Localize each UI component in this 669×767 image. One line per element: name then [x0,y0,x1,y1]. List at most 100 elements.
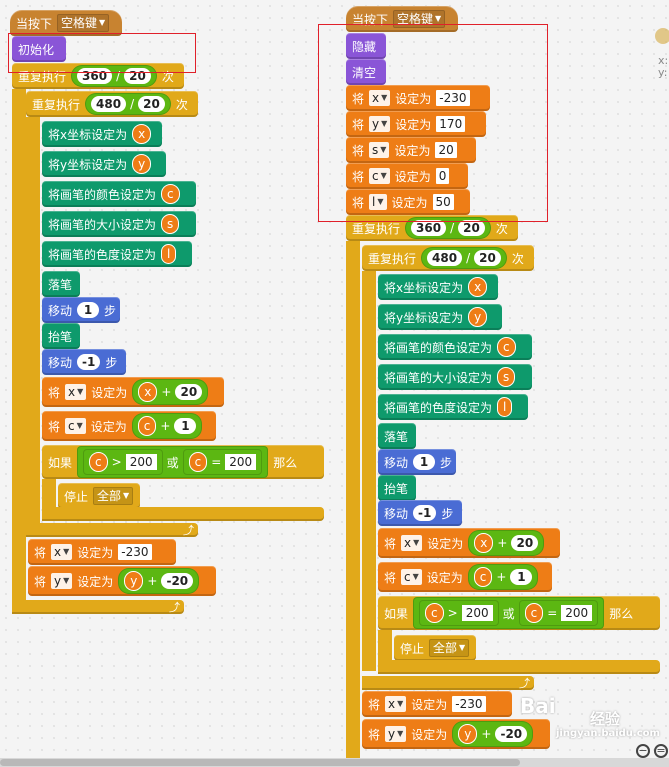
move-block[interactable]: 移动 1 步 [42,297,120,323]
when-key-pressed-hat[interactable]: 当按下 空格键 ▼ [346,6,458,32]
var-dropdown[interactable]: y ▼ [369,116,391,132]
when-key-pressed-hat[interactable]: 当按下 空格键 ▼ [10,10,122,36]
eq-reporter[interactable]: c = 200 [182,449,263,475]
or-reporter[interactable]: c >200 或 c = 200 [77,446,269,478]
var-dropdown[interactable]: y ▼ [385,726,407,742]
var-dropdown[interactable]: l ▼ [369,194,387,210]
zoom-reset-icon[interactable]: = [654,744,668,758]
repeat-inner-block[interactable]: 重复执行 480 / 20 次 [26,91,198,117]
set-x-block[interactable]: 将x坐标设定为 x [42,121,162,147]
repeat-outer-block[interactable]: 重复执行 360 / 20 次 [12,63,184,89]
if-block[interactable]: 如果 c >200 或 c = 200 那么 [378,596,660,630]
divide-reporter[interactable]: 360 / 20 [71,65,157,87]
move-block[interactable]: 移动 -1 步 [378,500,462,526]
pen-up-block[interactable]: 抬笔 [378,475,416,501]
watermark-logo: Bai [520,694,556,718]
move-block[interactable]: 移动 1 步 [378,449,456,475]
clear-block[interactable]: 清空 [346,59,386,85]
divide-reporter[interactable]: 480 / 20 [85,93,171,115]
hat-label: 当按下 [16,16,53,31]
sprite-thumbnail-icon [655,28,669,44]
repeat-label: 重复执行 [18,69,67,84]
divide-reporter[interactable]: 480/20 [421,247,507,269]
set-pen-shade-block[interactable]: 将画笔的色度设定为 l [378,394,528,420]
init-label: 初始化 [18,42,55,57]
set-pen-shade-block[interactable]: 将画笔的色度设定为 l [42,241,192,267]
set-x-block[interactable]: 将x坐标设定为 x [378,274,498,300]
var-dropdown[interactable]: x ▼ [65,384,87,400]
var-dropdown[interactable]: y ▼ [51,573,73,589]
repeat-inner-foot: ⤴ [26,523,198,537]
stop-block[interactable]: 停止 全部 ▼ [58,483,140,509]
plus-reporter[interactable]: y + -20 [118,568,200,594]
eq-reporter[interactable]: c = 200 [518,600,599,626]
set-var-y-block[interactable]: 将 y ▼ 设定为 y + -20 [362,719,550,749]
pen-down-block[interactable]: 落笔 [42,271,80,297]
if-foot [378,660,660,674]
var-dropdown[interactable]: x ▼ [51,544,73,560]
key-dropdown[interactable]: 空格键 ▼ [393,10,446,28]
loop-arrow-icon: ⤴ [169,601,180,614]
key-dropdown[interactable]: 空格键 ▼ [57,14,110,32]
repeat-inner-arm [26,117,40,537]
set-var-x-block[interactable]: 将 x ▼ 设定为 -230 [346,85,490,111]
set-pen-size-block[interactable]: 将画笔的大小设定为 s [378,364,532,390]
sprite-y-label: y: [658,66,668,79]
watermark-url: jingyan.baidu.com [556,728,660,739]
set-var-x-block[interactable]: 将 x ▼ 设定为 -230 [28,539,176,565]
var-dropdown[interactable]: c ▼ [401,569,422,585]
set-var-y-block[interactable]: 将 y ▼ 设定为 y + -20 [28,566,216,596]
stop-block[interactable]: 停止 全部 ▼ [394,635,476,661]
move-block[interactable]: 移动 -1 步 [42,349,126,375]
set-var-y-block[interactable]: 将 y ▼ 设定为 170 [346,111,486,137]
var-dropdown[interactable]: s ▼ [369,142,390,158]
init-block[interactable]: 初始化 [12,36,66,62]
plus-reporter[interactable]: x +20 [132,379,209,405]
var-dropdown[interactable]: x ▼ [401,535,423,551]
stop-dropdown[interactable]: 全部 ▼ [93,487,134,505]
zoom-out-icon[interactable]: − [636,744,650,758]
var-dropdown[interactable]: x ▼ [385,696,407,712]
repeat-inner-arm [362,271,376,671]
var-dropdown[interactable]: c ▼ [65,418,86,434]
set-pen-size-block[interactable]: 将画笔的大小设定为 s [42,211,196,237]
pen-down-block[interactable]: 落笔 [378,423,416,449]
var-dropdown[interactable]: x ▼ [369,90,391,106]
or-reporter[interactable]: c >200 或 c = 200 [413,597,605,629]
hide-block[interactable]: 隐藏 [346,33,386,59]
set-var-x-block[interactable]: 将 x ▼ 设定为 x +20 [42,377,224,407]
set-var-c-block[interactable]: 将 c ▼ 设定为 c +1 [378,562,552,592]
set-var-l-block[interactable]: 将 l ▼ 设定为 50 [346,189,470,215]
plus-reporter[interactable]: y + -20 [452,721,534,747]
set-var-c-block[interactable]: 将 c ▼ 设定为 0 [346,163,468,189]
stop-dropdown[interactable]: 全部 ▼ [429,639,470,657]
plus-reporter[interactable]: c +1 [131,413,203,439]
plus-reporter[interactable]: c +1 [467,564,539,590]
set-y-block[interactable]: 将y坐标设定为 y [42,151,166,177]
scrollbar-thumb[interactable] [0,759,520,766]
set-var-s-block[interactable]: 将 s ▼ 设定为 20 [346,137,476,163]
repeat-inner-block[interactable]: 重复执行 480/20 次 [362,245,534,271]
set-var-c-block[interactable]: 将 c ▼ 设定为 c +1 [42,411,216,441]
horizontal-scrollbar[interactable] [0,758,669,767]
gt-reporter[interactable]: c >200 [419,600,499,626]
watermark-text: 经验 [590,710,621,728]
pen-up-block[interactable]: 抬笔 [42,323,80,349]
if-block[interactable]: 如果 c >200 或 c = 200 那么 [42,445,324,479]
gt-reporter[interactable]: c >200 [83,449,163,475]
divide-reporter[interactable]: 360/20 [405,217,491,239]
if-arm [42,479,56,507]
var-dropdown[interactable]: c ▼ [369,168,390,184]
set-pen-color-block[interactable]: 将画笔的颜色设定为 c [378,334,532,360]
set-y-block[interactable]: 将y坐标设定为 y [378,304,502,330]
set-var-x-block[interactable]: 将 x ▼ 设定为 x +20 [378,528,560,558]
repeat-inner-foot: ⤴ [362,676,534,690]
plus-reporter[interactable]: x +20 [468,530,545,556]
repeat-outer-foot: ⤴ [12,600,184,614]
set-pen-color-block[interactable]: 将画笔的颜色设定为 c [42,181,196,207]
set-var-x-block[interactable]: 将 x ▼ 设定为 -230 [362,691,512,717]
repeat-outer-arm [12,89,26,602]
repeat-outer-arm [346,241,360,767]
loop-arrow-icon: ⤴ [183,524,194,537]
repeat-outer-block[interactable]: 重复执行 360/20 次 [346,215,518,241]
